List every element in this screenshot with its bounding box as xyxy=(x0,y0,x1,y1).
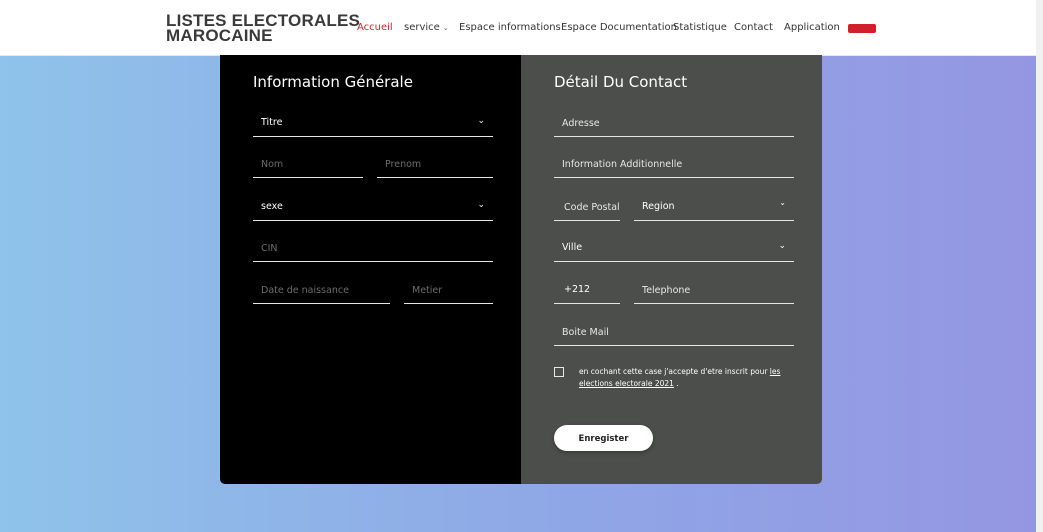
nav-espace-documentation[interactable]: Espace Documentation xyxy=(561,22,677,33)
sexe-select-value: sexe xyxy=(261,201,283,212)
date-naissance-field[interactable] xyxy=(253,278,390,304)
adresse-input[interactable] xyxy=(554,111,794,136)
general-info-title: Information Générale xyxy=(253,73,413,91)
general-info-panel: Information Générale Titre ⌄ sexe ⌄ xyxy=(220,55,521,484)
nav-contact[interactable]: Contact xyxy=(734,22,773,33)
ville-select-value: Ville xyxy=(562,242,583,253)
save-button[interactable]: Enregister xyxy=(554,425,653,451)
nav-espace-informations[interactable]: Espace informations xyxy=(459,22,561,33)
cin-field[interactable] xyxy=(253,236,493,262)
titre-select-value: Titre xyxy=(261,117,283,128)
top-navbar: LISTES ELECTORALES MAROCAINE Accueil ser… xyxy=(0,0,1043,56)
chevron-down-icon: ⌄ xyxy=(477,200,485,210)
logo-line-2: MAROCAINE xyxy=(166,26,273,45)
code-postal-input[interactable] xyxy=(554,195,620,220)
nav-service-label: service xyxy=(404,22,440,33)
consent-text-main: en cochant cette case j'accepte d'etre i… xyxy=(579,367,770,376)
phone-prefix-field[interactable]: +212 xyxy=(554,278,620,304)
region-select-value: Region xyxy=(642,201,675,212)
telephone-input[interactable] xyxy=(634,278,794,303)
nav-statistique[interactable]: Statistique xyxy=(673,22,727,33)
region-select[interactable]: Region ⌄ xyxy=(634,195,794,221)
boite-mail-input[interactable] xyxy=(554,320,794,345)
telephone-field[interactable] xyxy=(634,278,794,304)
cin-input[interactable] xyxy=(253,236,493,261)
chevron-down-icon: ⌄ xyxy=(778,241,786,251)
consent-text: en cochant cette case j'accepte d'etre i… xyxy=(579,366,791,389)
boite-mail-field[interactable] xyxy=(554,320,794,346)
metier-field[interactable] xyxy=(404,278,493,304)
info-additionnelle-input[interactable] xyxy=(554,152,794,177)
prenom-field[interactable] xyxy=(377,152,493,178)
chevron-down-icon: ⌄ xyxy=(477,116,485,126)
chevron-down-icon: ⌄ xyxy=(442,24,449,32)
nav-application[interactable]: Application xyxy=(784,22,840,33)
contact-detail-title: Détail Du Contact xyxy=(554,73,688,91)
adresse-field[interactable] xyxy=(554,111,794,137)
sexe-select[interactable]: sexe ⌄ xyxy=(253,195,493,221)
nav-accueil[interactable]: Accueil xyxy=(357,22,393,33)
consent-text-end: . xyxy=(673,378,679,388)
titre-select[interactable]: Titre ⌄ xyxy=(253,111,493,137)
date-naissance-input[interactable] xyxy=(253,278,390,303)
contact-detail-panel: Détail Du Contact Region ⌄ Ville ⌄ +212 xyxy=(521,55,822,484)
info-additionnelle-field[interactable] xyxy=(554,152,794,178)
prenom-input[interactable] xyxy=(377,152,493,177)
language-flag-button[interactable] xyxy=(848,24,876,33)
chevron-down-icon: ⌄ xyxy=(779,198,786,207)
consent-checkbox[interactable] xyxy=(554,367,564,377)
nom-input[interactable] xyxy=(253,152,363,177)
registration-form-card: Information Générale Titre ⌄ sexe ⌄ Déta… xyxy=(220,55,822,484)
nav-service[interactable]: service ⌄ xyxy=(404,22,449,33)
ville-select[interactable]: Ville ⌄ xyxy=(554,236,794,262)
nom-field[interactable] xyxy=(253,152,363,178)
site-logo[interactable]: LISTES ELECTORALES MAROCAINE xyxy=(166,12,360,45)
phone-prefix-value: +212 xyxy=(564,284,591,295)
metier-input[interactable] xyxy=(404,278,493,303)
page-scrollbar[interactable] xyxy=(1036,0,1043,532)
code-postal-field[interactable] xyxy=(554,195,620,221)
